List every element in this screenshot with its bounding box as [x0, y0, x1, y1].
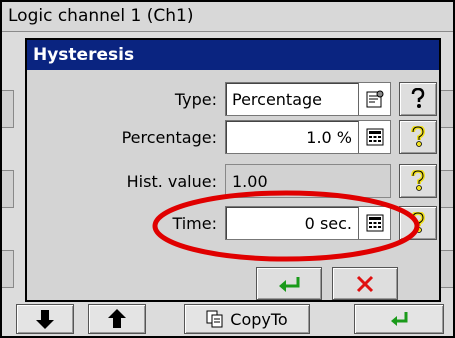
toolbar-down-button[interactable]: [16, 304, 74, 334]
enter-arrow-icon: [279, 276, 300, 292]
type-picker-button[interactable]: [358, 83, 390, 115]
window-title: Logic channel 1 (Ch1): [8, 6, 194, 26]
background-left-edge: [2, 90, 14, 128]
copy-icon: [206, 310, 223, 328]
enter-arrow-icon: [391, 312, 408, 326]
hist-value-value: 1.00: [232, 172, 268, 191]
type-help-button[interactable]: [399, 82, 437, 116]
arrow-up-icon: [108, 309, 126, 328]
arrow-down-icon: [36, 310, 54, 329]
time-help-button[interactable]: [399, 206, 437, 240]
background-right-edge: [439, 250, 453, 288]
background-left-edge: [2, 170, 14, 208]
hist-value-label: Hist. value:: [126, 172, 217, 191]
copy-to-label: CopyTo: [230, 309, 288, 329]
cancel-button[interactable]: [332, 267, 398, 300]
percentage-value: 1.0 %: [306, 128, 352, 147]
time-label: Time:: [172, 214, 217, 233]
dialog-titlebar: Hysteresis: [27, 40, 439, 70]
calculator-icon: [366, 214, 383, 232]
percentage-label: Percentage:: [121, 128, 217, 147]
copy-to-button[interactable]: CopyTo: [184, 304, 310, 334]
type-field[interactable]: Percentage: [225, 82, 391, 116]
time-value: 0 sec.: [304, 214, 352, 233]
question-mark-icon: [411, 170, 426, 191]
question-mark-icon: [411, 126, 426, 147]
percentage-help-button[interactable]: [399, 120, 437, 154]
background-right-edge: [439, 170, 453, 208]
background-right-edge: [439, 90, 453, 128]
settings-list-icon: [366, 90, 383, 108]
type-value: Percentage: [232, 90, 323, 109]
dialog-title: Hysteresis: [33, 45, 135, 65]
red-x-icon: [356, 275, 374, 292]
question-mark-icon: [411, 88, 425, 108]
percentage-field[interactable]: 1.0 %: [225, 120, 391, 154]
ok-button[interactable]: [256, 267, 322, 300]
hist-value-field: 1.00: [225, 164, 391, 198]
hist-value-help-button[interactable]: [399, 164, 437, 198]
calculator-icon: [366, 128, 383, 146]
background-left-edge: [2, 250, 14, 288]
percentage-calculator-button[interactable]: [358, 121, 390, 153]
toolbar-enter-button[interactable]: [354, 304, 444, 334]
time-field[interactable]: 0 sec.: [225, 206, 391, 240]
type-label: Type:: [174, 90, 217, 109]
question-mark-icon: [411, 212, 426, 233]
time-calculator-button[interactable]: [358, 207, 390, 239]
window-titlebar: Logic channel 1 (Ch1): [2, 2, 453, 32]
hysteresis-dialog: Hysteresis Type: Percentage Percentage: …: [25, 38, 441, 302]
toolbar-up-button[interactable]: [88, 304, 146, 334]
